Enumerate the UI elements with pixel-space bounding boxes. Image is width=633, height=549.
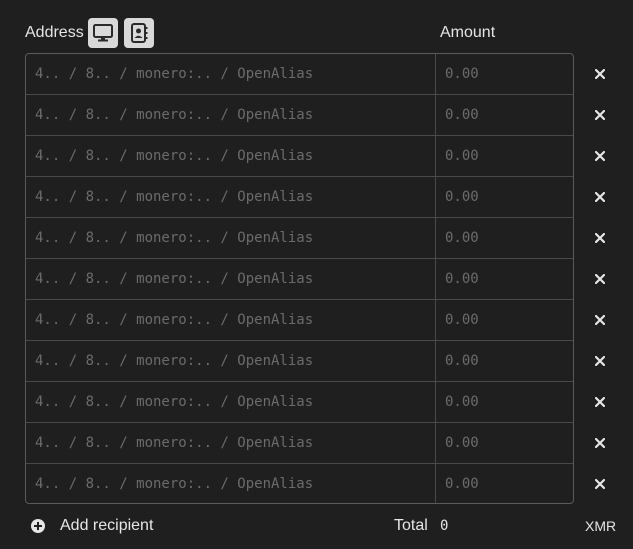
recipient-amount-input[interactable] xyxy=(435,382,573,422)
recipients-table xyxy=(25,53,574,504)
recipient-address-input[interactable] xyxy=(26,218,434,258)
recipient-address-input[interactable] xyxy=(26,423,434,463)
remove-recipient-button[interactable] xyxy=(590,310,610,330)
close-icon xyxy=(595,69,605,79)
remove-recipient-button[interactable] xyxy=(590,392,610,412)
recipient-address-input[interactable] xyxy=(26,136,434,176)
close-icon xyxy=(595,110,605,120)
remove-recipient-button[interactable] xyxy=(590,228,610,248)
recipient-row xyxy=(26,382,573,423)
add-recipient-button[interactable] xyxy=(30,518,46,534)
recipient-amount-input[interactable] xyxy=(435,259,573,299)
plus-circle-icon xyxy=(31,519,45,533)
currency-label: XMR xyxy=(585,518,617,534)
close-icon xyxy=(595,274,605,284)
recipients-header: Address Amount xyxy=(0,0,633,52)
recipient-row xyxy=(26,177,573,218)
remove-recipient-button[interactable] xyxy=(590,351,610,371)
close-icon xyxy=(595,233,605,243)
recipient-row xyxy=(26,300,573,341)
address-label: Address xyxy=(25,24,84,41)
remove-recipient-button[interactable] xyxy=(590,269,610,289)
recipient-address-input[interactable] xyxy=(26,54,434,94)
remove-recipient-button[interactable] xyxy=(590,105,610,125)
recipient-row xyxy=(26,423,573,464)
recipient-amount-input[interactable] xyxy=(435,300,573,340)
close-icon xyxy=(595,315,605,325)
remove-recipient-button[interactable] xyxy=(590,474,610,494)
recipient-row xyxy=(26,218,573,259)
close-icon xyxy=(595,438,605,448)
close-icon xyxy=(595,479,605,489)
address-book-button[interactable] xyxy=(124,18,154,48)
recipient-row xyxy=(26,95,573,136)
close-icon xyxy=(595,192,605,202)
recipient-amount-input[interactable] xyxy=(435,136,573,176)
remove-recipient-button[interactable] xyxy=(590,146,610,166)
remove-recipient-button[interactable] xyxy=(590,64,610,84)
recipient-address-input[interactable] xyxy=(26,259,434,299)
recipient-amount-input[interactable] xyxy=(435,341,573,381)
recipient-address-input[interactable] xyxy=(26,464,434,503)
amount-label: Amount xyxy=(440,24,496,41)
recipient-row xyxy=(26,341,573,382)
recipient-amount-input[interactable] xyxy=(435,54,573,94)
recipient-address-input[interactable] xyxy=(26,95,434,135)
recipient-amount-input[interactable] xyxy=(435,464,573,503)
close-icon xyxy=(595,151,605,161)
computer-icon xyxy=(93,24,113,42)
total-value: 0 xyxy=(440,518,449,534)
close-icon xyxy=(595,356,605,366)
recipient-address-input[interactable] xyxy=(26,177,434,217)
recipient-address-input[interactable] xyxy=(26,382,434,422)
recipients-footer: Add recipient Total 0 XMR xyxy=(0,508,633,544)
recipient-row xyxy=(26,464,573,503)
recipient-address-input[interactable] xyxy=(26,341,434,381)
computer-button[interactable] xyxy=(88,18,118,48)
remove-recipient-button[interactable] xyxy=(590,187,610,207)
recipient-amount-input[interactable] xyxy=(435,95,573,135)
close-icon xyxy=(595,397,605,407)
address-book-icon xyxy=(130,23,148,43)
recipient-amount-input[interactable] xyxy=(435,218,573,258)
add-recipient-label[interactable]: Add recipient xyxy=(60,517,153,535)
recipient-row xyxy=(26,259,573,300)
recipient-row xyxy=(26,136,573,177)
total-label: Total xyxy=(394,517,428,534)
recipient-row xyxy=(26,54,573,95)
remove-recipient-button[interactable] xyxy=(590,433,610,453)
recipient-address-input[interactable] xyxy=(26,300,434,340)
recipient-amount-input[interactable] xyxy=(435,177,573,217)
recipient-amount-input[interactable] xyxy=(435,423,573,463)
